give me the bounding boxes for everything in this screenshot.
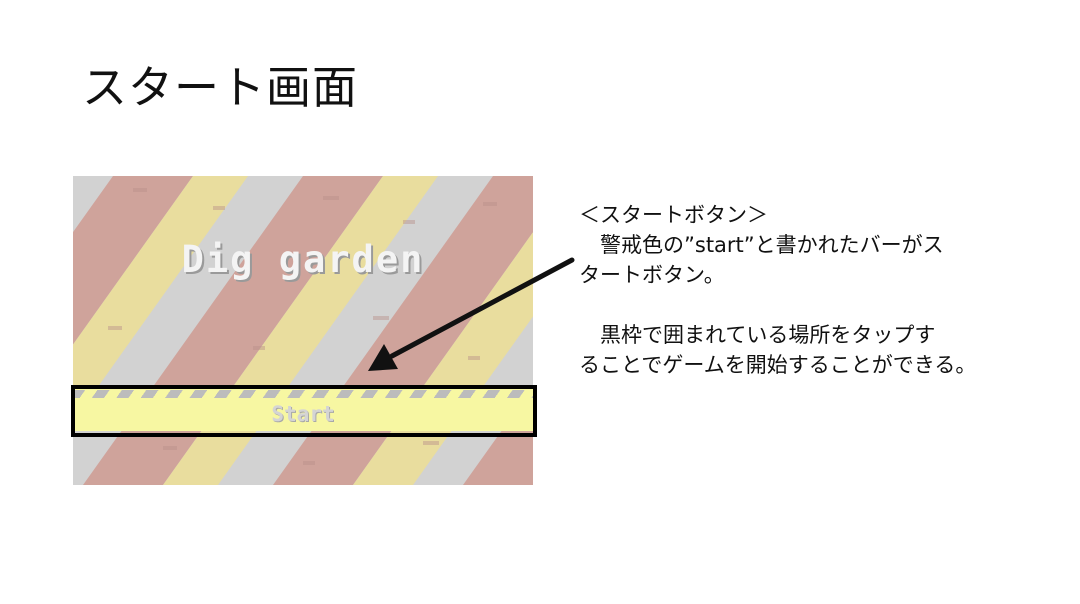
pointer-arrow <box>368 257 575 371</box>
slide-title: スタート画面 <box>82 61 359 114</box>
annotation-paragraph2-line2: ることでゲームを開始することができる。 <box>579 353 977 377</box>
annotation-text: ＜スタートボタン＞ 警戒色の”start”と書かれたバーがス タートボタン。 黒… <box>579 200 1049 380</box>
annotation-heading: ＜スタートボタン＞ <box>579 203 768 227</box>
annotation-paragraph1-line1: 警戒色の”start”と書かれたバーがス <box>579 233 944 257</box>
annotation-paragraph1-line2: タートボタン。 <box>579 263 725 287</box>
annotation-paragraph2-line1: 黒枠で囲まれている場所をタップす <box>579 323 936 347</box>
start-button-highlight-frame <box>71 385 537 437</box>
